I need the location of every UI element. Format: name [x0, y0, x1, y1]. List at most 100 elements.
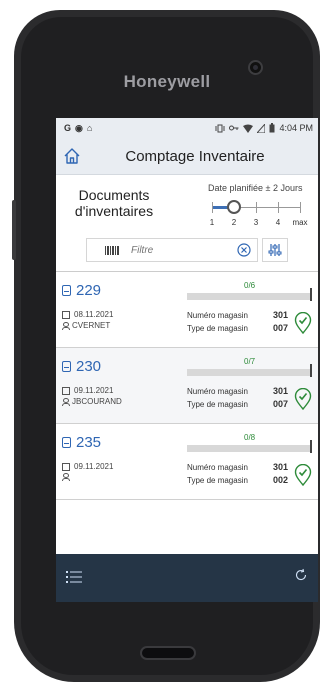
- app-notification-icon: ⌂: [86, 123, 93, 133]
- date-range-slider[interactable]: 1 2 3 4 max: [206, 195, 308, 231]
- document-number-text: 235: [76, 434, 102, 451]
- slider-label: max: [292, 218, 308, 227]
- clear-icon[interactable]: [237, 243, 251, 257]
- progress-marker: [310, 364, 312, 377]
- status-bar: G ◉ ⌂ 4:04 PM: [56, 118, 318, 138]
- key-icon: [229, 125, 239, 131]
- document-icon: [62, 285, 71, 296]
- app-header: Comptage Inventaire: [56, 138, 318, 175]
- side-button: [12, 200, 16, 260]
- wifi-icon: [243, 124, 254, 133]
- store-number-value: 301: [273, 310, 289, 320]
- calendar-icon: [62, 310, 70, 319]
- check-badge-icon[interactable]: [294, 312, 312, 334]
- progress-bar: [187, 369, 310, 376]
- store-number-label: Numéro magasin: [187, 463, 248, 472]
- slider-tick: [212, 202, 213, 213]
- slider-tick: [300, 202, 301, 213]
- store-type-label: Type de magasin: [187, 324, 248, 333]
- calendar-icon: [62, 462, 70, 471]
- camera-icon: [248, 60, 263, 75]
- store-type-value: 007: [273, 399, 289, 409]
- document-number[interactable]: 230: [62, 358, 101, 375]
- document-user: JBCOURAND: [62, 397, 122, 406]
- store-type-value: 007: [273, 323, 289, 333]
- document-user-text: JBCOURAND: [72, 397, 122, 406]
- document-card[interactable]: 229 08.11.2021 CVERNET 0/6 Numéro magasin 301…: [56, 272, 318, 348]
- filter-input[interactable]: [129, 243, 243, 257]
- sliders-icon: [268, 244, 282, 256]
- document-card[interactable]: 230 09.11.2021 JBCOURAND 0/7 Numéro magasin 3…: [56, 348, 318, 424]
- progress-bar: [187, 293, 310, 300]
- store-number-value: 301: [273, 386, 289, 396]
- filter-panel: Documents d'inventaires Date planifiée ±…: [56, 175, 318, 231]
- search-box[interactable]: [86, 238, 258, 262]
- list-menu-icon[interactable]: [66, 571, 82, 583]
- date-range-label: Date planifiée ± 2 Jours: [208, 183, 303, 193]
- documents-list: 229 08.11.2021 CVERNET 0/6 Numéro magasin 301…: [56, 272, 318, 500]
- google-icon: G: [64, 123, 72, 133]
- app-screen: G ◉ ⌂ 4:04 PM Comptage Inventaire Docume…: [56, 118, 318, 602]
- document-icon: [62, 437, 71, 448]
- store-type-label: Type de magasin: [187, 400, 248, 409]
- device-frame: Honeywell G ◉ ⌂ 4:04 PM Comptage Inventa: [12, 0, 320, 684]
- record-icon: ◉: [75, 122, 83, 133]
- documents-title: Documents d'inventaires: [66, 187, 162, 219]
- document-user-text: CVERNET: [72, 321, 111, 330]
- check-badge-icon[interactable]: [294, 464, 312, 486]
- barcode-icon[interactable]: [105, 245, 119, 255]
- document-date: 08.11.2021: [62, 310, 113, 319]
- progress-count: 0/8: [244, 433, 256, 442]
- slider-label: 4: [275, 218, 281, 227]
- document-number[interactable]: 235: [62, 434, 101, 451]
- documents-title-line1: Documents: [78, 187, 150, 203]
- filter-settings-button[interactable]: [262, 238, 288, 262]
- user-icon: [62, 473, 70, 481]
- store-number-label: Numéro magasin: [187, 311, 248, 320]
- refresh-icon[interactable]: [294, 568, 308, 582]
- document-card[interactable]: 235 09.11.2021 0/8 Numéro magasin 301 Type de…: [56, 424, 318, 500]
- slider-tick: [278, 202, 279, 213]
- document-number-text: 230: [76, 358, 102, 375]
- progress-count: 0/6: [244, 281, 256, 290]
- vibrate-icon: [215, 124, 225, 132]
- progress-marker: [310, 440, 312, 453]
- signal-icon: [257, 123, 266, 133]
- scan-button[interactable]: [140, 646, 196, 660]
- progress-marker: [310, 288, 312, 301]
- progress-count: 0/7: [244, 357, 256, 366]
- store-type-value: 002: [273, 475, 289, 485]
- page-title: Comptage Inventaire: [125, 147, 265, 165]
- user-icon: [62, 322, 70, 330]
- home-icon[interactable]: [62, 146, 82, 166]
- bottom-bar: [56, 554, 318, 602]
- battery-icon: [269, 123, 275, 133]
- document-number[interactable]: 229: [62, 282, 101, 299]
- user-icon: [62, 398, 70, 406]
- slider-tick: [256, 202, 257, 213]
- document-date: 09.11.2021: [62, 462, 113, 471]
- document-date-text: 08.11.2021: [74, 310, 114, 319]
- document-date: 09.11.2021: [62, 386, 113, 395]
- slider-thumb[interactable]: [227, 200, 241, 214]
- document-user: CVERNET: [62, 321, 110, 330]
- document-date-text: 09.11.2021: [74, 462, 114, 471]
- progress-bar: [187, 445, 310, 452]
- document-user: [62, 473, 72, 481]
- slider-label: 1: [209, 218, 215, 227]
- store-type-label: Type de magasin: [187, 476, 248, 485]
- store-number-label: Numéro magasin: [187, 387, 248, 396]
- check-badge-icon[interactable]: [294, 388, 312, 410]
- status-icons-right: 4:04 PM: [215, 123, 313, 133]
- document-number-text: 229: [76, 282, 102, 299]
- status-icons-left: G ◉ ⌂: [64, 123, 92, 134]
- documents-title-line2: d'inventaires: [74, 203, 154, 219]
- document-date-text: 09.11.2021: [74, 386, 114, 395]
- device-brand: Honeywell: [123, 72, 211, 91]
- document-icon: [62, 361, 71, 372]
- status-time: 4:04 PM: [279, 123, 313, 133]
- store-number-value: 301: [273, 462, 289, 472]
- search-row: [56, 231, 318, 272]
- slider-label: 2: [231, 218, 237, 227]
- calendar-icon: [62, 386, 70, 395]
